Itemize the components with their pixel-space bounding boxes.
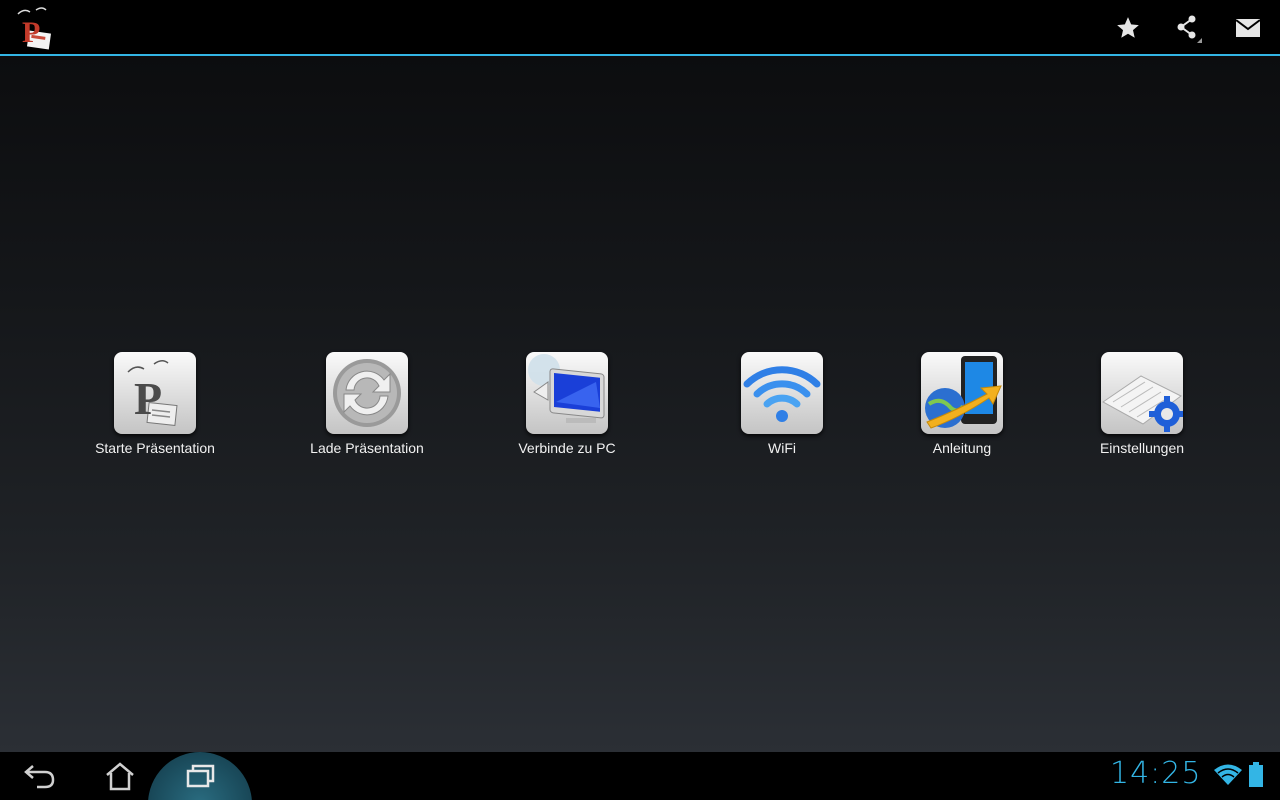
presentation-icon: P	[114, 352, 196, 434]
main-content: P Starte Präsentation Lade Präsentation	[0, 56, 1280, 752]
action-bar: P	[0, 0, 1280, 56]
menu-item-label: Verbinde zu PC	[518, 440, 616, 456]
recent-apps-icon[interactable]	[160, 752, 240, 800]
battery-icon[interactable]	[1249, 762, 1263, 793]
menu-item-label: Anleitung	[932, 440, 992, 456]
menu-item-start-presentation[interactable]: P Starte Präsentation	[65, 352, 245, 456]
menu-item-label: Lade Präsentation	[310, 440, 424, 456]
guide-icon	[921, 352, 1003, 434]
share-icon[interactable]	[1167, 8, 1207, 48]
computer-icon	[526, 352, 608, 434]
settings-icon	[1101, 352, 1183, 434]
status-clock[interactable]: 14:25	[1110, 756, 1201, 791]
menu-item-settings[interactable]: Einstellungen	[1052, 352, 1232, 456]
menu-item-connect-pc[interactable]: Verbinde zu PC	[477, 352, 657, 456]
menu-item-label: WiFi	[768, 440, 796, 456]
home-icon[interactable]	[80, 752, 160, 800]
mail-icon[interactable]	[1228, 8, 1268, 48]
reload-icon	[326, 352, 408, 434]
menu-item-label: Starte Präsentation	[95, 440, 215, 456]
svg-text:P: P	[22, 16, 40, 49]
app-logo-icon[interactable]: P	[14, 4, 56, 52]
menu-item-load-presentation[interactable]: Lade Präsentation	[277, 352, 457, 456]
wifi-icon	[741, 352, 823, 434]
svg-text:P: P	[134, 373, 162, 424]
star-icon[interactable]	[1108, 8, 1148, 48]
menu-item-guide[interactable]: Anleitung	[872, 352, 1052, 456]
wifi-status-icon[interactable]	[1213, 762, 1243, 791]
back-icon[interactable]	[0, 752, 80, 800]
menu-item-label: Einstellungen	[1099, 440, 1185, 456]
menu-item-wifi[interactable]: WiFi	[692, 352, 872, 456]
